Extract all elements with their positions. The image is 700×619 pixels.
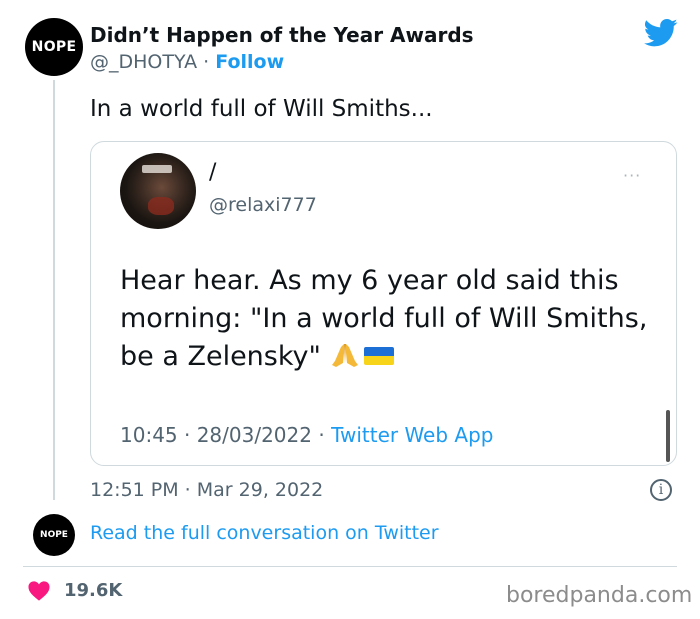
quoted-meta: 10:45 · 28/03/2022 · Twitter Web App xyxy=(120,423,493,447)
like-count[interactable]: 19.6K xyxy=(64,580,122,601)
twitter-bird-icon[interactable] xyxy=(644,18,678,48)
avatar-detail xyxy=(142,165,172,173)
more-options-icon[interactable]: ··· xyxy=(623,166,641,185)
quoted-name[interactable]: / xyxy=(209,160,216,185)
thread-line xyxy=(53,80,55,500)
tweet-text: In a world full of Will Smiths... xyxy=(90,96,433,122)
read-conversation-link[interactable]: Read the full conversation on Twitter xyxy=(90,522,439,544)
footer-avatar-text: NOPE xyxy=(40,530,68,540)
quoted-avatar[interactable] xyxy=(120,153,196,229)
quoted-body: Hear hear. As my 6 year old said this mo… xyxy=(120,262,660,376)
quoted-handle[interactable]: @relaxi777 xyxy=(209,194,317,216)
heart-icon[interactable] xyxy=(28,580,50,602)
author-handle-row: @_DHOTYA · Follow xyxy=(90,51,284,73)
tweet-timestamp[interactable]: 12:51 PM · Mar 29, 2022 xyxy=(90,479,323,501)
folded-hands-emoji-icon xyxy=(331,344,358,367)
quoted-time: 10:45 · 28/03/2022 · xyxy=(120,423,332,447)
info-icon[interactable]: i xyxy=(650,479,672,501)
quoted-tweet-card[interactable]: / @relaxi777 ··· Hear hear. As my 6 year… xyxy=(90,141,677,466)
footer-avatar[interactable]: NOPE xyxy=(33,514,75,556)
author-avatar[interactable]: NOPE xyxy=(25,18,83,76)
author-name[interactable]: Didn’t Happen of the Year Awards xyxy=(90,23,474,47)
watermark: boredpanda.com xyxy=(506,583,693,608)
quoted-source-link[interactable]: Twitter Web App xyxy=(331,423,493,447)
handle-separator: · xyxy=(197,51,216,73)
avatar-detail xyxy=(148,197,174,215)
divider xyxy=(23,566,677,567)
follow-button[interactable]: Follow xyxy=(215,51,284,73)
ukraine-flag-emoji-icon xyxy=(363,347,394,365)
scrollbar[interactable] xyxy=(666,410,670,462)
author-avatar-text: NOPE xyxy=(31,39,77,55)
author-handle[interactable]: @_DHOTYA xyxy=(90,51,197,73)
